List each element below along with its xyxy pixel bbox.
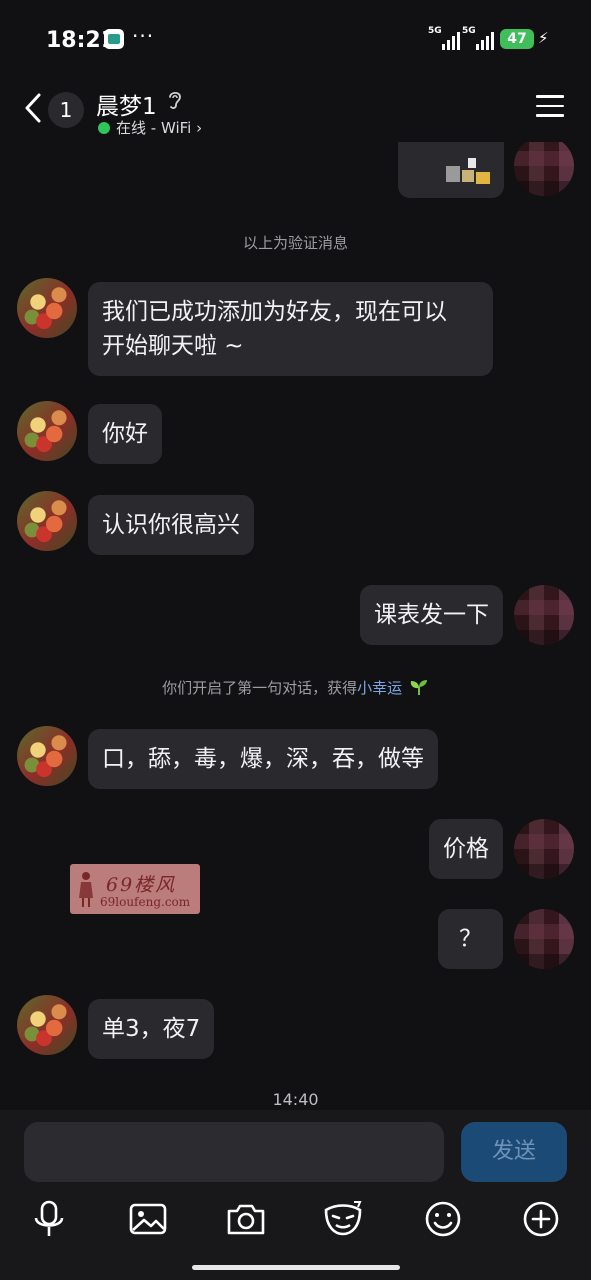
composer-bar: 发送 [0,1110,591,1280]
message-text: 你好 [102,421,148,447]
lucky-reward-link[interactable]: 小幸运 [357,679,402,697]
message-input[interactable] [24,1122,444,1182]
first-conversation-text: 你们开启了第一句对话，获得 [162,679,358,697]
online-status-text[interactable]: 在线 - WiFi › [116,117,202,138]
message-bubble-incoming[interactable]: 单3，夜7 [88,999,215,1059]
my-avatar[interactable] [514,909,574,969]
status-bar: 18:21 ··· 5G 5G 47 ⚡ [0,0,591,80]
figure-icon [79,872,93,907]
chat-header: 1 晨梦1 在线 - WiFi › [0,80,591,142]
message-time: 14:40 [272,1090,319,1109]
network-type-label: 5G [462,26,476,36]
app-notification-icon [104,29,124,49]
message-bubble-outgoing[interactable]: ？ [438,909,503,969]
contact-avatar[interactable] [17,401,77,461]
charging-icon: ⚡ [538,29,549,47]
watermark-url: 69loufeng.com [100,895,191,909]
my-avatar[interactable] [514,142,574,196]
home-indicator[interactable] [192,1265,400,1270]
my-avatar[interactable] [514,819,574,879]
menu-icon[interactable] [536,95,564,119]
plus-icon[interactable] [518,1196,564,1242]
message-bubble-incoming[interactable]: 认识你很高兴 [88,495,254,555]
message-bubble-outgoing[interactable]: 课表发一下 [360,585,503,645]
message-text: ？ [459,926,482,952]
message-text: 我们已成功添加为好友，现在可以 [102,299,447,325]
cellular-signal-icon: 5G [462,26,494,50]
message-text: 口，舔，毒，爆，深，吞，做等 [102,746,424,772]
message-text: 认识你很高兴 [102,512,240,538]
contact-avatar[interactable] [17,491,77,551]
message-text: 单3，夜7 [102,1016,201,1042]
contact-avatar[interactable] [17,726,77,786]
back-arrow-icon[interactable] [22,92,44,124]
camera-icon[interactable] [223,1196,269,1242]
watermark-logo: 69楼风 69loufeng.com [70,864,200,914]
battery-indicator: 47 [500,29,534,49]
message-bubble-incoming[interactable]: 我们已成功添加为好友，现在可以 开始聊天啦 ~ [88,282,493,376]
sprout-icon [410,680,427,695]
first-conversation-note: 你们开启了第一句对话，获得小幸运 [0,677,591,698]
cellular-signal-icon: 5G [428,26,460,50]
network-type-label: 5G [428,26,442,36]
message-text: 价格 [443,836,489,862]
message-bubble-incoming[interactable]: 你好 [88,404,162,464]
microphone-icon[interactable] [26,1196,72,1242]
contact-name[interactable]: 晨梦1 [96,87,157,121]
emoji-icon[interactable] [420,1196,466,1242]
unread-count-badge[interactable]: 1 [48,92,84,128]
message-text: 开始聊天啦 ~ [102,333,244,359]
more-notifications-icon: ··· [132,24,155,48]
message-bubble-incoming[interactable]: 口，舔，毒，爆，深，吞，做等 [88,729,438,789]
message-bubble-outgoing[interactable]: 价格 [429,819,503,879]
image-message-thumbnail[interactable] [398,142,504,198]
send-button[interactable]: 发送 [461,1122,567,1182]
fun-mask-icon[interactable] [320,1196,366,1242]
contact-avatar[interactable] [17,995,77,1055]
ear-icon[interactable] [166,89,184,111]
verification-note: 以上为验证消息 [242,234,348,252]
image-icon[interactable] [125,1196,171,1242]
contact-avatar[interactable] [17,278,77,338]
online-status-dot [98,122,110,134]
message-list[interactable]: 以上为验证消息 我们已成功添加为好友，现在可以 开始聊天啦 ~ 你好 认识你很高… [0,142,591,1110]
message-text: 课表发一下 [374,602,489,628]
watermark-title: 69楼风 [106,874,177,896]
my-avatar[interactable] [514,585,574,645]
